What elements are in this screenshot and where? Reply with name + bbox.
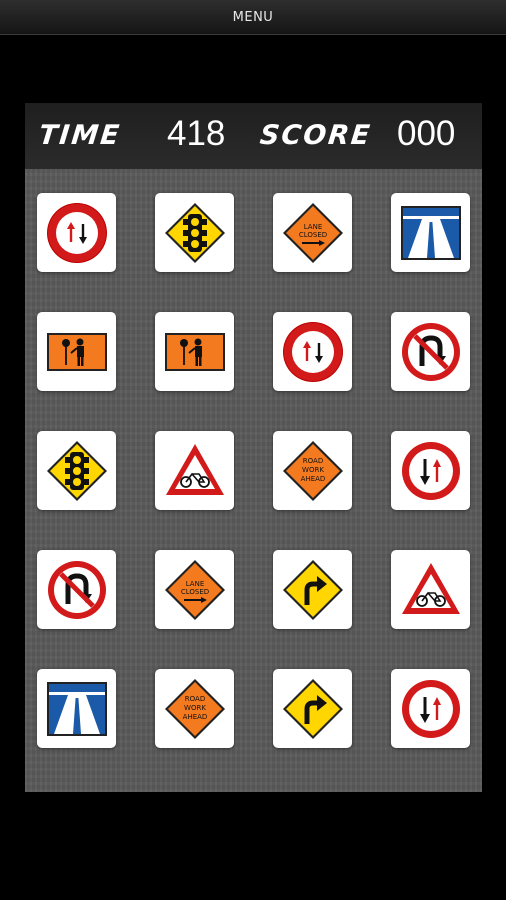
- road-work-sign-icon: ROAD WORK AHEAD: [282, 440, 343, 501]
- traffic-light-sign-icon: [46, 440, 107, 501]
- lane-closed-sign-icon: LANE CLOSED: [164, 559, 225, 620]
- card-tile[interactable]: [391, 550, 470, 629]
- card-tile[interactable]: [37, 550, 116, 629]
- time-value: 418: [167, 114, 226, 153]
- score-label: SCORE: [258, 120, 374, 151]
- card-tile[interactable]: ROAD WORK AHEAD: [273, 431, 352, 510]
- priority-oncoming-sign-icon: [401, 679, 460, 738]
- card-tile[interactable]: [273, 669, 352, 748]
- card-tile[interactable]: [37, 312, 116, 391]
- card-tile[interactable]: ROAD WORK AHEAD: [155, 669, 234, 748]
- no-u-turn-sign-icon: [401, 322, 460, 381]
- motorway-sign-icon: [400, 205, 461, 260]
- svg-text:WORK: WORK: [302, 466, 324, 474]
- right-turn-sign-icon: [282, 559, 343, 620]
- score-value: 000: [397, 114, 456, 153]
- svg-text:CLOSED: CLOSED: [298, 231, 326, 239]
- worker-sign-icon: [164, 332, 225, 371]
- card-tile[interactable]: [391, 193, 470, 272]
- card-tile[interactable]: LANE CLOSED: [273, 193, 352, 272]
- card-tile[interactable]: LANE CLOSED: [155, 550, 234, 629]
- card-tile[interactable]: [391, 669, 470, 748]
- right-turn-sign-icon: [282, 678, 343, 739]
- lane-closed-sign-icon: LANE CLOSED: [282, 202, 343, 263]
- card-tile[interactable]: [273, 550, 352, 629]
- svg-text:ROAD: ROAD: [184, 695, 204, 703]
- menu-label: MENU: [232, 9, 274, 25]
- no-u-turn-sign-icon: [47, 560, 106, 619]
- svg-text:LANE: LANE: [303, 223, 322, 231]
- card-tile[interactable]: [37, 431, 116, 510]
- priority-oncoming-sign-icon: [401, 441, 460, 500]
- card-tile[interactable]: [37, 669, 116, 748]
- menu-button[interactable]: MENU: [0, 0, 506, 35]
- card-tile[interactable]: [391, 312, 470, 391]
- road-work-sign-icon: ROAD WORK AHEAD: [164, 678, 225, 739]
- card-tile[interactable]: [391, 431, 470, 510]
- score-bar: TIME 418 SCORE 000: [25, 103, 482, 169]
- svg-text:LANE: LANE: [185, 580, 204, 588]
- motorway-sign-icon: [46, 681, 107, 736]
- card-tile[interactable]: [155, 193, 234, 272]
- no-overtaking-sign-icon: [46, 202, 107, 263]
- traffic-light-sign-icon: [164, 202, 225, 263]
- no-overtaking-sign-icon: [282, 321, 343, 382]
- cyclists-sign-icon: [401, 562, 460, 614]
- svg-text:WORK: WORK: [184, 704, 206, 712]
- svg-text:CLOSED: CLOSED: [180, 588, 208, 596]
- svg-text:AHEAD: AHEAD: [182, 713, 207, 721]
- card-tile[interactable]: [273, 312, 352, 391]
- card-tile[interactable]: [155, 431, 234, 510]
- time-label: TIME: [37, 120, 123, 151]
- worker-sign-icon: [46, 332, 107, 371]
- card-tile[interactable]: [37, 193, 116, 272]
- card-tile[interactable]: [155, 312, 234, 391]
- svg-text:AHEAD: AHEAD: [300, 475, 325, 483]
- game-board: TIME 418 SCORE 000 LANE CLOSED ROAD WORK…: [25, 103, 482, 792]
- cyclists-sign-icon: [165, 443, 224, 495]
- svg-text:ROAD: ROAD: [302, 457, 322, 465]
